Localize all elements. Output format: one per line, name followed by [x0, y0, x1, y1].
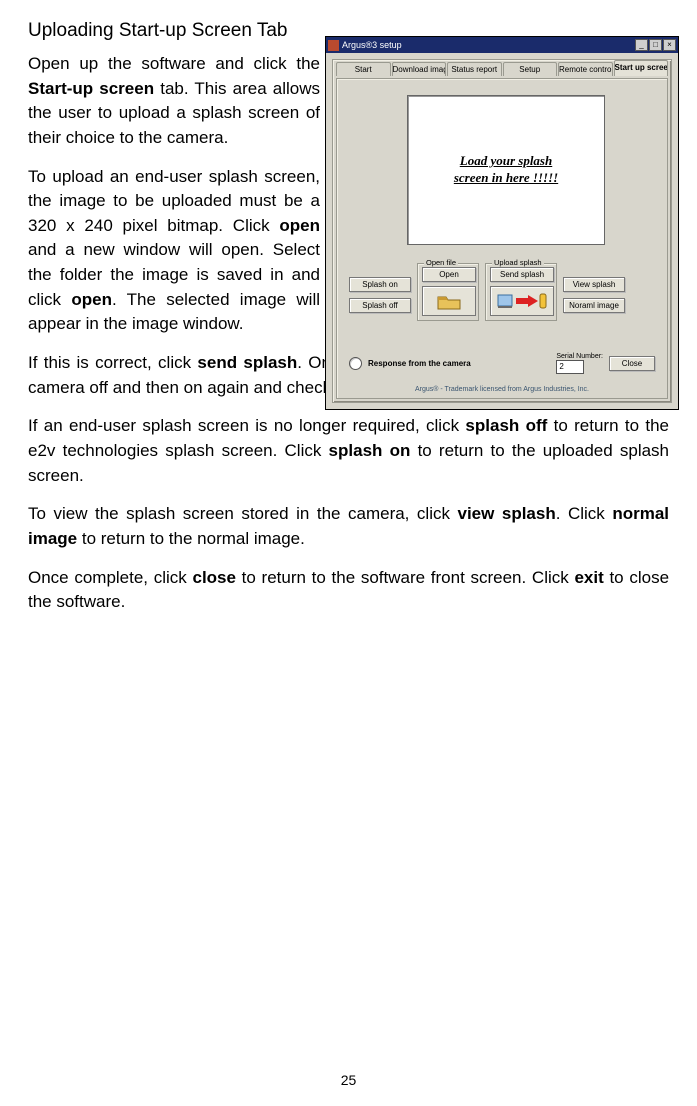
text: If this is correct, click: [28, 353, 197, 372]
view-splash-button[interactable]: View splash: [563, 277, 625, 292]
app-icon: [328, 40, 339, 51]
bold-term: open: [71, 290, 112, 309]
window-body: Start Download image Status report Setup…: [332, 59, 672, 403]
serial-number-label-group: Serial Number: 2: [556, 353, 603, 374]
splash-on-button[interactable]: Splash on: [349, 277, 411, 292]
tab-setup[interactable]: Setup: [503, 62, 558, 76]
tab-download-image[interactable]: Download image: [392, 62, 447, 76]
text: to return to the software front screen. …: [236, 568, 575, 587]
text: To view the splash screen stored in the …: [28, 504, 458, 523]
text: To upload an end-user splash screen, the…: [28, 167, 320, 235]
close-window-button[interactable]: ×: [663, 39, 676, 51]
splash-toggle-col: Splash on Splash off: [349, 277, 411, 313]
tab-status-report[interactable]: Status report: [447, 62, 502, 76]
response-label: Response from the camera: [368, 359, 550, 368]
paragraph: Open up the software and click the Start…: [28, 52, 320, 151]
paragraph: To upload an end-user splash screen, the…: [28, 165, 320, 337]
serial-number-value: 2: [556, 360, 584, 374]
tab-content: Load your splashscreen in here !!!!! Spl…: [336, 78, 668, 399]
send-splash-button[interactable]: Send splash: [490, 267, 554, 282]
bold-term: splash on: [329, 441, 411, 460]
normal-image-button[interactable]: Noraml image: [563, 298, 625, 313]
text: . Click: [556, 504, 613, 523]
preview-placeholder-text: Load your splashscreen in here !!!!!: [454, 153, 558, 187]
window-title: Argus®3 setup: [342, 40, 402, 50]
window-titlebar: Argus®3 setup _ □ ×: [326, 37, 678, 53]
tab-strip: Start Download image Status report Setup…: [333, 60, 671, 76]
bold-term: view splash: [458, 504, 556, 523]
upload-icon: [490, 286, 554, 316]
splash-off-button[interactable]: Splash off: [349, 298, 411, 313]
bold-term: close: [192, 568, 235, 587]
tab-start-up-screen[interactable]: Start up screen: [614, 60, 669, 76]
paragraph: Once complete, click close to return to …: [28, 566, 669, 615]
minimize-button[interactable]: _: [635, 39, 648, 51]
status-row: Response from the camera Serial Number: …: [349, 352, 655, 374]
bold-term: splash off: [465, 416, 547, 435]
tab-remote-control[interactable]: Remote control: [558, 62, 613, 76]
screenshot-figure: Argus®3 setup _ □ × Start Download image…: [325, 36, 679, 410]
folder-icon: [422, 286, 476, 316]
text: Open up the software and click the: [28, 54, 320, 73]
bold-term: open: [279, 216, 320, 235]
text: If an end-user splash screen is no longe…: [28, 416, 465, 435]
open-button[interactable]: Open: [422, 267, 476, 282]
close-button[interactable]: Close: [609, 356, 655, 371]
controls-row: Splash on Splash off Open file Open Uplo…: [349, 263, 655, 325]
trademark-notice: Argus® - Trademark licensed from Argus I…: [337, 386, 667, 393]
open-file-label: Open file: [424, 258, 458, 267]
open-file-group: Open file Open: [417, 263, 479, 321]
splash-preview: Load your splashscreen in here !!!!!: [407, 95, 605, 245]
upload-splash-group: Upload splash Send splash: [485, 263, 557, 321]
serial-number-label: Serial Number:: [556, 353, 603, 360]
bold-term: exit: [574, 568, 603, 587]
bold-term: Start-up screen: [28, 79, 154, 98]
upload-splash-label: Upload splash: [492, 258, 544, 267]
maximize-button[interactable]: □: [649, 39, 662, 51]
view-col: View splash Noraml image: [563, 277, 625, 313]
text: to return to the normal image.: [77, 529, 305, 548]
paragraph: If an end-user splash screen is no longe…: [28, 414, 669, 488]
text: Once complete, click: [28, 568, 192, 587]
page-number: 25: [0, 1072, 697, 1088]
paragraph: To view the splash screen stored in the …: [28, 502, 669, 551]
status-indicator-icon: [349, 357, 362, 370]
bold-term: send splash: [197, 353, 297, 372]
tab-start[interactable]: Start: [336, 62, 391, 76]
